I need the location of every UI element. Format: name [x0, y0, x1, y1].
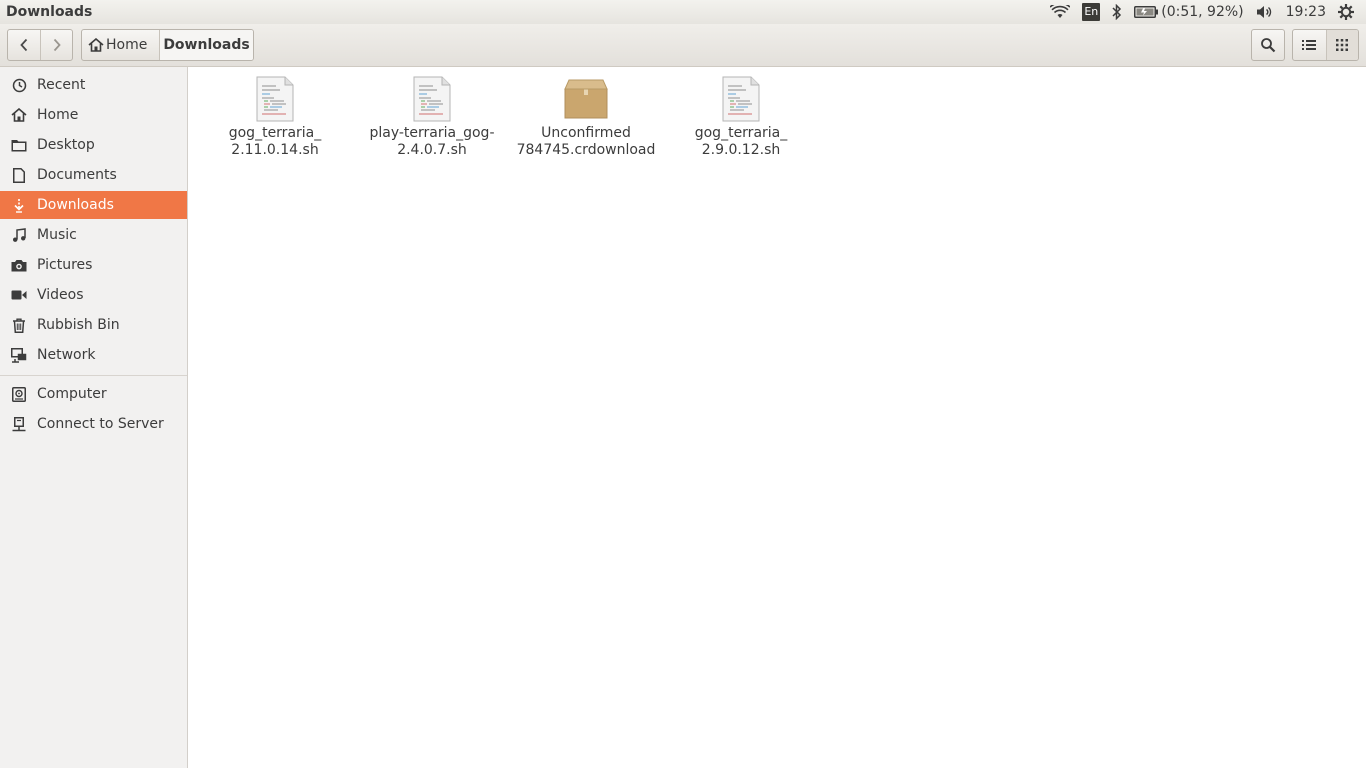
sidebar-item-recent[interactable]: Recent: [0, 71, 187, 99]
window-title: Downloads: [6, 4, 93, 20]
trash-icon: [10, 316, 28, 334]
file-item[interactable]: play-terraria_gog- 2.4.0.7.sh: [357, 75, 507, 159]
battery-icon: [1134, 6, 1159, 18]
download-icon: [10, 196, 28, 214]
indicator-area: En (0:51, 92%) 19:23: [1044, 0, 1366, 24]
music-icon: [10, 226, 28, 244]
sidebar-item-label: Music: [37, 227, 77, 243]
toolbar: Home Downloads: [0, 24, 1366, 67]
file-item[interactable]: Unconfirmed 784745.crdownload: [511, 75, 661, 159]
sidebar-item-computer[interactable]: Computer: [0, 380, 187, 408]
file-item[interactable]: gog_terraria_ 2.11.0.14.sh: [200, 75, 350, 159]
back-button[interactable]: [8, 30, 40, 60]
sidebar-item-label: Home: [37, 107, 79, 123]
sidebar-item-music[interactable]: Music: [0, 221, 187, 249]
battery-status-text: (0:51, 92%): [1161, 4, 1244, 20]
document-icon: [10, 166, 28, 184]
breadcrumb-current-label: Downloads: [163, 37, 250, 53]
bluetooth-icon[interactable]: [1106, 0, 1128, 24]
breadcrumb: Home Downloads: [81, 29, 254, 61]
sidebar-item-desktop[interactable]: Desktop: [0, 131, 187, 159]
camera-icon: [10, 256, 28, 274]
sidebar-item-label: Network: [37, 347, 96, 363]
view-switcher: [1292, 29, 1359, 61]
sidebar-item-label: Connect to Server: [37, 416, 164, 432]
language-label: En: [1082, 3, 1101, 21]
breadcrumb-current[interactable]: Downloads: [159, 30, 253, 60]
script-file-icon: [408, 75, 456, 123]
sidebar-item-pictures[interactable]: Pictures: [0, 251, 187, 279]
network-icon: [10, 346, 28, 364]
chevron-right-icon: [53, 38, 61, 52]
sidebar-item-label: Rubbish Bin: [37, 317, 120, 333]
file-name: gog_terraria_ 2.11.0.14.sh: [228, 125, 322, 158]
sidebar-item-videos[interactable]: Videos: [0, 281, 187, 309]
sidebar-item-label: Desktop: [37, 137, 95, 153]
file-name: Unconfirmed 784745.crdownload: [516, 125, 656, 158]
sidebar-item-label: Documents: [37, 167, 117, 183]
sidebar-item-label: Downloads: [37, 197, 114, 213]
sidebar-item-network[interactable]: Network: [0, 341, 187, 369]
home-icon: [88, 38, 104, 52]
clock-icon: [10, 76, 28, 94]
home-icon: [10, 106, 28, 124]
file-item[interactable]: gog_terraria_ 2.9.0.12.sh: [666, 75, 816, 159]
file-name: play-terraria_gog- 2.4.0.7.sh: [369, 125, 495, 158]
file-name: gog_terraria_ 2.9.0.12.sh: [694, 125, 788, 158]
breadcrumb-home[interactable]: Home: [82, 30, 159, 60]
sidebar-item-label: Recent: [37, 77, 86, 93]
forward-button[interactable]: [40, 30, 72, 60]
sidebar-item-downloads[interactable]: Downloads: [0, 191, 187, 219]
sidebar-item-connect-to-server[interactable]: Connect to Server: [0, 410, 187, 438]
chevron-left-icon: [20, 38, 28, 52]
script-file-icon: [251, 75, 299, 123]
clock-text: 19:23: [1285, 4, 1326, 20]
grid-view-icon: [1336, 39, 1349, 51]
sidebar-item-documents[interactable]: Documents: [0, 161, 187, 189]
sidebar-item-home[interactable]: Home: [0, 101, 187, 129]
sidebar: Recent Home Desktop Documents Downloads …: [0, 67, 188, 768]
computer-icon: [10, 385, 28, 403]
sidebar-item-label: Videos: [37, 287, 84, 303]
file-view[interactable]: gog_terraria_ 2.11.0.14.sh play-terraria…: [192, 67, 1366, 768]
search-button[interactable]: [1251, 29, 1285, 61]
sidebar-item-rubbish-bin[interactable]: Rubbish Bin: [0, 311, 187, 339]
sidebar-item-label: Pictures: [37, 257, 93, 273]
navigation-buttons: [7, 29, 73, 61]
search-icon: [1261, 38, 1276, 53]
list-view-icon: [1302, 40, 1317, 50]
clock[interactable]: 19:23: [1280, 0, 1332, 24]
keyboard-layout-indicator[interactable]: En: [1076, 0, 1106, 24]
list-view-button[interactable]: [1293, 30, 1326, 60]
sidebar-item-label: Computer: [37, 386, 107, 402]
top-panel: Downloads En (0:51, 92%) 19:23: [0, 0, 1366, 24]
server-icon: [10, 415, 28, 433]
video-icon: [10, 286, 28, 304]
battery-indicator[interactable]: (0:51, 92%): [1128, 0, 1249, 24]
sidebar-separator: [0, 375, 187, 376]
folder-icon: [10, 136, 28, 154]
script-file-icon: [717, 75, 765, 123]
package-icon: [562, 75, 610, 123]
wifi-icon[interactable]: [1044, 0, 1076, 24]
volume-icon[interactable]: [1250, 0, 1280, 24]
grid-view-button[interactable]: [1325, 30, 1358, 60]
session-gear-icon[interactable]: [1332, 0, 1360, 24]
breadcrumb-home-label: Home: [106, 37, 148, 53]
